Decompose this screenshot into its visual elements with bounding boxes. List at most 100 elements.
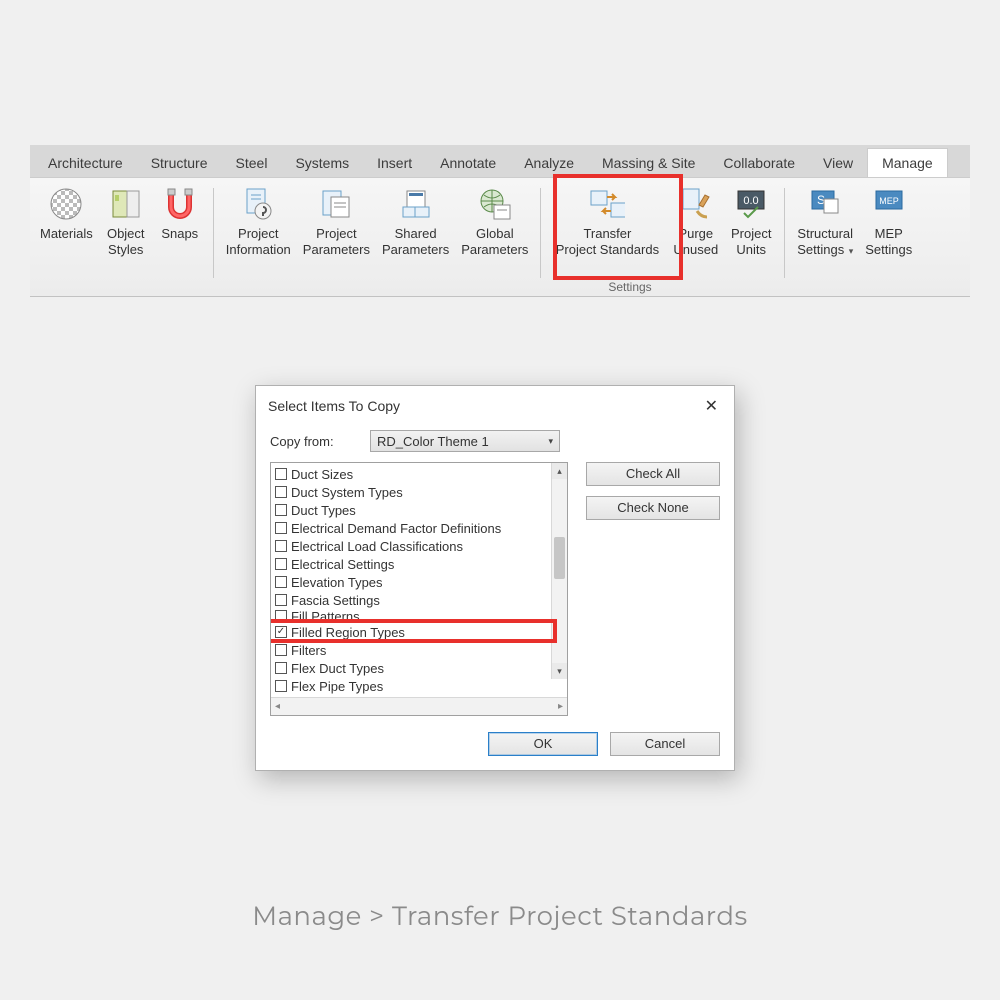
copy-from-combo[interactable]: RD_Color Theme 1 ▾ [370, 430, 560, 452]
tab-manage[interactable]: Manage [867, 148, 948, 177]
mep-settings-button[interactable]: MEP MEP Settings [859, 184, 918, 260]
horizontal-scrollbar[interactable]: ◂ ▸ [271, 697, 567, 715]
checkbox[interactable] [275, 504, 287, 516]
ribbon-divider [213, 188, 214, 278]
list-item[interactable]: Filters [273, 641, 565, 659]
mep-settings-label: MEP Settings [865, 226, 912, 258]
checkbox[interactable] [275, 644, 287, 656]
tab-collaborate[interactable]: Collaborate [709, 149, 809, 177]
list-item[interactable]: Duct Types [273, 501, 565, 519]
object-styles-button[interactable]: Object Styles [99, 184, 153, 260]
items-listbox[interactable]: Duct SizesDuct System TypesDuct Types Ele… [270, 462, 568, 716]
scroll-up-button[interactable]: ▴ [552, 463, 567, 479]
tab-insert[interactable]: Insert [363, 149, 426, 177]
list-item-label: Filled Region Types [291, 625, 405, 640]
chevron-down-icon: ▾ [548, 436, 553, 447]
scroll-thumb[interactable] [554, 537, 565, 579]
checkbox[interactable] [275, 576, 287, 588]
purge-icon [678, 186, 714, 222]
global-parameters-button[interactable]: Global Parameters [455, 184, 534, 260]
list-item-label: Duct Sizes [291, 467, 353, 482]
ribbon: ArchitectureStructureSteelSystemsInsertA… [30, 145, 970, 297]
snaps-button[interactable]: Snaps [153, 184, 207, 244]
check-none-button[interactable]: Check None [586, 496, 720, 520]
list-item-label: Floor Types [291, 697, 359, 698]
shared-params-label: Shared Parameters [382, 226, 449, 258]
list-item[interactable]: Duct Sizes [273, 465, 565, 483]
list-item[interactable]: Flex Duct Types [273, 659, 565, 677]
ribbon-panel-caption: Settings [530, 280, 730, 294]
scroll-right-icon[interactable]: ▸ [558, 701, 563, 712]
ribbon-divider [540, 188, 541, 278]
list-item-label: Elevation Types [291, 575, 383, 590]
list-item[interactable]: Fascia Settings [273, 591, 565, 609]
scroll-left-icon[interactable]: ◂ [275, 701, 280, 712]
checkbox[interactable] [275, 558, 287, 570]
select-items-dialog: Select Items To Copy ✕ Copy from: RD_Col… [255, 385, 735, 771]
tab-steel[interactable]: Steel [222, 149, 282, 177]
checkbox[interactable] [275, 522, 287, 534]
list-item-label: Fill Patterns [291, 609, 360, 623]
list-item[interactable]: Floor Types [273, 695, 565, 697]
project-info-icon [240, 186, 276, 222]
checkbox[interactable] [275, 486, 287, 498]
project-information-button[interactable]: Project Information [220, 184, 297, 260]
checkbox[interactable] [275, 594, 287, 606]
project-params-label: Project Parameters [303, 226, 370, 258]
structural-settings-button[interactable]: S Structural Settings ▾ [791, 184, 859, 261]
combo-value: RD_Color Theme 1 [377, 434, 489, 449]
dialog-titlebar: Select Items To Copy ✕ [256, 386, 734, 426]
tab-view[interactable]: View [809, 149, 867, 177]
ribbon-tabs: ArchitectureStructureSteelSystemsInsertA… [30, 145, 970, 177]
tab-structure[interactable]: Structure [137, 149, 222, 177]
object-styles-label: Object Styles [107, 226, 145, 258]
project-info-label: Project Information [226, 226, 291, 258]
transfer-project-standards-button[interactable]: Transfer Project Standards [547, 184, 667, 260]
vertical-scrollbar[interactable]: ▴ ▾ [551, 463, 567, 679]
snaps-label: Snaps [161, 226, 198, 242]
copy-from-row: Copy from: RD_Color Theme 1 ▾ [270, 430, 720, 452]
purge-unused-button[interactable]: Purge Unused [667, 184, 724, 260]
tab-analyze[interactable]: Analyze [510, 149, 588, 177]
global-params-icon [477, 186, 513, 222]
list-item-label: Fascia Settings [291, 593, 380, 608]
cancel-button[interactable]: Cancel [610, 732, 720, 756]
list-item[interactable]: Electrical Demand Factor Definitions [273, 519, 565, 537]
checkbox[interactable] [275, 662, 287, 674]
tab-massing-site[interactable]: Massing & Site [588, 149, 709, 177]
checkbox[interactable] [275, 610, 287, 622]
checkbox[interactable] [275, 680, 287, 692]
list-item[interactable]: Elevation Types [273, 573, 565, 591]
list-item-label: Electrical Demand Factor Definitions [291, 521, 501, 536]
list-item-label: Filters [291, 643, 326, 658]
close-button[interactable]: ✕ [701, 396, 722, 416]
project-units-label: Project Units [731, 226, 771, 258]
ok-button[interactable]: OK [488, 732, 598, 756]
materials-button[interactable]: Materials [34, 184, 99, 244]
checkbox[interactable] [275, 540, 287, 552]
project-params-icon [318, 186, 354, 222]
project-units-button[interactable]: 0.0 Project Units [724, 184, 778, 260]
check-all-button[interactable]: Check All [586, 462, 720, 486]
ribbon-divider [784, 188, 785, 278]
tab-annotate[interactable]: Annotate [426, 149, 510, 177]
ribbon-panel: Materials Object Styles Snaps Project In… [30, 177, 970, 297]
list-item[interactable]: Fill Patterns [273, 609, 565, 623]
purge-label: Purge Unused [673, 226, 718, 258]
shared-parameters-button[interactable]: Shared Parameters [376, 184, 455, 260]
structural-settings-icon: S [807, 186, 843, 222]
list-item[interactable]: Electrical Load Classifications [273, 537, 565, 555]
list-item-label: Electrical Settings [291, 557, 394, 572]
tab-architecture[interactable]: Architecture [34, 149, 137, 177]
tab-systems[interactable]: Systems [281, 149, 363, 177]
list-item[interactable]: ✓ Filled Region Types [273, 623, 565, 641]
project-parameters-button[interactable]: Project Parameters [297, 184, 376, 260]
shared-params-icon [398, 186, 434, 222]
list-item[interactable]: Electrical Settings [273, 555, 565, 573]
list-item[interactable]: Duct System Types [273, 483, 565, 501]
list-item[interactable]: Flex Pipe Types [273, 677, 565, 695]
checkbox[interactable]: ✓ [275, 626, 287, 638]
checkbox[interactable] [275, 468, 287, 480]
scroll-down-button[interactable]: ▾ [552, 663, 567, 679]
materials-label: Materials [40, 226, 93, 242]
